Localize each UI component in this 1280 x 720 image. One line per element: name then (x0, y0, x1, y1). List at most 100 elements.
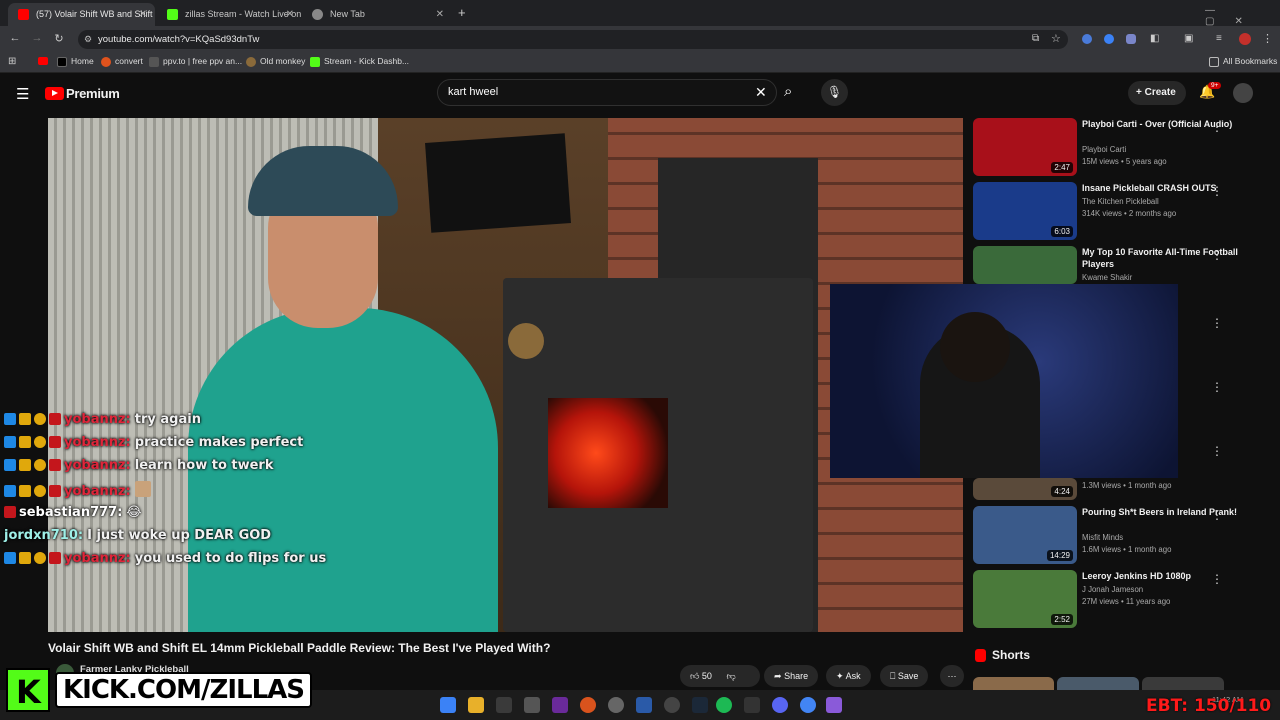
search-input[interactable]: kart hweel (437, 79, 777, 106)
chat-username[interactable]: yobannz: (64, 551, 131, 566)
account-avatar[interactable] (1233, 83, 1253, 103)
media-player-icon[interactable] (664, 697, 680, 713)
like-button[interactable]: 👍︎ 50 👎︎ (680, 665, 760, 687)
all-bookmarks[interactable]: All Bookmarks (1209, 56, 1277, 67)
share-button[interactable]: ➦ Share (764, 665, 819, 687)
tab-new[interactable]: New Tab ✕ (302, 3, 452, 26)
steam-icon[interactable] (692, 697, 708, 713)
file-explorer-icon[interactable] (468, 697, 484, 713)
short-thumbnail[interactable] (1142, 677, 1224, 690)
video-thumbnail[interactable]: 4:24 (973, 478, 1077, 500)
app-icon[interactable] (826, 697, 842, 713)
extension-icon[interactable] (1126, 34, 1136, 44)
discord-icon[interactable] (772, 697, 788, 713)
short-thumbnail[interactable] (1057, 677, 1139, 690)
chat-username[interactable]: yobannz: (64, 412, 131, 427)
ask-button[interactable]: ✦ Ask (826, 665, 871, 687)
sidepanel-icon[interactable]: ▣ (1184, 33, 1193, 44)
app-icon[interactable] (552, 697, 568, 713)
bookmark-old-monkey[interactable]: Old monkey (246, 56, 305, 67)
more-options-icon[interactable]: ⋮ (1211, 120, 1223, 134)
chat-username[interactable]: sebastian777: (19, 505, 122, 520)
more-options-icon[interactable]: ⋮ (1211, 508, 1223, 522)
thumbs-down-icon[interactable]: 👎︎ (726, 671, 735, 681)
reload-icon[interactable]: ↻ (52, 32, 66, 45)
youtube-logo-icon[interactable] (45, 87, 64, 100)
create-button[interactable]: + Create (1128, 81, 1186, 105)
video-thumbnail[interactable]: 2:52 (973, 570, 1077, 628)
recommended-video[interactable]: 2:47 Playboi Carti - Over (Official Audi… (973, 118, 1275, 182)
more-options-icon[interactable]: ⋮ (1211, 380, 1223, 394)
more-options-icon[interactable]: ⋮ (1211, 572, 1223, 586)
epic-icon[interactable] (744, 697, 760, 713)
clear-search-icon[interactable]: ✕ (755, 84, 767, 101)
forward-icon[interactable]: → (30, 32, 44, 44)
windows-start-icon[interactable] (440, 697, 456, 713)
install-icon[interactable]: ⧉ (1032, 33, 1039, 44)
menu-icon[interactable]: ⋮ (1262, 32, 1273, 45)
video-title[interactable]: Leeroy Jenkins HD 1080p (1082, 570, 1252, 582)
video-thumbnail[interactable]: 6:03 (973, 182, 1077, 240)
recommended-video[interactable]: 14:29 Pouring Sh*t Beers in Ireland Pran… (973, 506, 1275, 570)
app-icon[interactable] (496, 697, 512, 713)
more-options-icon[interactable]: ⋮ (1211, 248, 1223, 262)
app-icon[interactable] (524, 697, 540, 713)
star-icon[interactable]: ☆ (1051, 32, 1061, 45)
bookmark-home[interactable]: Home (57, 56, 94, 67)
app-icon[interactable] (580, 697, 596, 713)
bookmark-kick-dashboard[interactable]: Stream - Kick Dashb... (310, 56, 409, 67)
mic-icon[interactable]: 🎙 (821, 79, 848, 106)
chat-username[interactable]: yobannz: (64, 484, 131, 499)
chat-username[interactable]: yobannz: (64, 458, 131, 473)
spotify-icon[interactable] (716, 697, 732, 713)
close-icon[interactable]: ✕ (286, 3, 294, 26)
short-thumbnail[interactable] (973, 677, 1054, 690)
close-icon[interactable]: ✕ (436, 3, 444, 26)
recommended-video[interactable]: 2:52 Leeroy Jenkins HD 1080p J Jonah Jam… (973, 570, 1275, 634)
bookmark-convert[interactable]: convert (101, 56, 143, 67)
extension-icon[interactable] (1104, 34, 1114, 44)
close-icon[interactable]: ✕ (139, 3, 147, 26)
channel-name[interactable]: J Jonah Jameson (1082, 584, 1143, 596)
recommended-video[interactable]: 6:03 Insane Pickleball CRASH OUTS The Ki… (973, 182, 1275, 246)
chrome-icon[interactable] (800, 697, 816, 713)
channel-name[interactable]: Playboi Carti (1082, 144, 1126, 156)
youtube-icon[interactable] (38, 57, 48, 65)
video-title[interactable]: Insane Pickleball CRASH OUTS (1082, 182, 1252, 194)
chat-username[interactable]: yobannz: (64, 435, 131, 450)
channel-name[interactable]: The Kitchen Pickleball (1082, 196, 1159, 208)
youtube-brand[interactable]: Premium (66, 86, 120, 101)
badge-icon (49, 459, 61, 471)
video-thumbnail[interactable]: 14:29 (973, 506, 1077, 564)
site-info-icon[interactable]: ⚙ (84, 34, 92, 45)
video-thumbnail[interactable]: 2:47 (973, 118, 1077, 176)
channel-name[interactable]: Kwame Shakir (1082, 272, 1132, 284)
bookmark-ppv[interactable]: ppv.to | free ppv an... (149, 56, 242, 67)
video-title[interactable]: My Top 10 Favorite All-Time Football Pla… (1082, 246, 1252, 270)
tab-kick[interactable]: zillas Stream - Watch Live on Ki ✕ (157, 3, 302, 26)
puzzle-icon[interactable]: ◧ (1150, 33, 1159, 44)
window-controls[interactable]: —▢✕ (1205, 5, 1280, 27)
new-tab-button[interactable]: + (458, 5, 466, 20)
media-icon[interactable]: ≡ (1216, 33, 1222, 44)
back-icon[interactable]: ← (8, 32, 22, 44)
chat-username[interactable]: jordxn710: (4, 528, 83, 543)
more-options-icon[interactable]: ⋮ (1211, 444, 1223, 458)
app-icon[interactable] (608, 697, 624, 713)
save-button[interactable]: ⎕ Save (880, 665, 929, 687)
more-options-icon[interactable]: ⋮ (1211, 316, 1223, 330)
apps-icon[interactable]: ⊞ (8, 56, 16, 67)
video-title[interactable]: Playboi Carti - Over (Official Audio) (1082, 118, 1252, 130)
more-options-icon[interactable]: ⋮ (1211, 184, 1223, 198)
more-actions-button[interactable]: ⋯ (940, 665, 964, 687)
video-thumbnail[interactable] (973, 246, 1077, 284)
profile-avatar[interactable] (1239, 33, 1251, 45)
tab-youtube[interactable]: (57) Volair Shift WB and Shift El ✕ (8, 3, 155, 26)
channel-name[interactable]: Misfit Minds (1082, 532, 1123, 544)
hamburger-icon[interactable]: ☰ (16, 85, 29, 103)
video-title[interactable]: Pouring Sh*t Beers in Ireland Prank! (1082, 506, 1252, 518)
app-icon[interactable] (636, 697, 652, 713)
extension-icon[interactable] (1082, 34, 1092, 44)
search-icon[interactable]: ⌕ (784, 83, 792, 100)
url-bar[interactable]: youtube.com/watch?v=KQaSd93dnTw (78, 30, 1068, 49)
